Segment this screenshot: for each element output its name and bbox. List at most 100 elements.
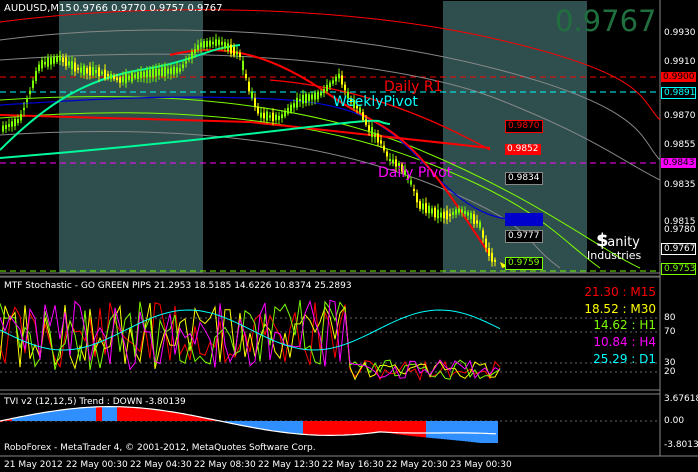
tvi-bar bbox=[363, 421, 366, 434]
stoch-level-20-label: 20 bbox=[664, 367, 676, 377]
candle-body bbox=[449, 213, 451, 217]
tvi-bar bbox=[171, 411, 174, 421]
tvi-bar bbox=[75, 408, 78, 421]
tvi-bar bbox=[63, 409, 66, 421]
candle-body bbox=[62, 57, 64, 63]
tvi-bar bbox=[303, 421, 306, 435]
candle-body bbox=[470, 212, 472, 220]
candle-body bbox=[281, 114, 283, 119]
candle-body bbox=[428, 205, 430, 214]
tvi-bar bbox=[432, 421, 435, 439]
candle-body bbox=[479, 222, 481, 228]
candle-body bbox=[443, 211, 445, 219]
candle-body bbox=[188, 57, 190, 60]
candle-body bbox=[143, 71, 145, 78]
axis-tick: 0.9780 bbox=[664, 225, 696, 235]
tvi-bar bbox=[360, 421, 363, 435]
candle-body bbox=[344, 84, 346, 91]
stoch-level-70-label: 70 bbox=[664, 327, 676, 337]
candle-body bbox=[371, 127, 373, 137]
candle-body bbox=[311, 94, 313, 100]
tvi-bar bbox=[135, 407, 138, 421]
chart-window[interactable]: AUDUSD,M15 0.9766 0.9770 0.9757 0.9767 0… bbox=[0, 0, 698, 472]
candle-body bbox=[245, 73, 247, 79]
tvi-bar bbox=[36, 413, 39, 421]
tvi-bar bbox=[42, 412, 45, 421]
candle-body bbox=[278, 115, 280, 120]
tvi-bar bbox=[411, 421, 414, 437]
candle-body bbox=[44, 61, 46, 65]
candle-body bbox=[212, 41, 214, 45]
tvi-bar bbox=[240, 421, 243, 426]
candle-body bbox=[152, 68, 154, 78]
tvi-bar bbox=[159, 409, 162, 421]
symbol-label: AUDUSD,M15 bbox=[4, 3, 72, 14]
tvi-bar bbox=[33, 414, 36, 421]
stoch-readout-m30: 18.52 : M30 bbox=[584, 302, 656, 316]
tvi-bar bbox=[486, 421, 489, 443]
price-tag-0-9777: 0.9777 bbox=[505, 230, 543, 243]
tvi-bar bbox=[162, 410, 165, 421]
tvi-bar bbox=[27, 415, 30, 421]
candle-body bbox=[56, 56, 58, 62]
tvi-bar bbox=[300, 421, 303, 435]
candle-body bbox=[458, 208, 460, 213]
candle-body bbox=[101, 71, 103, 74]
tvi-bar bbox=[138, 407, 141, 421]
candle-body bbox=[332, 80, 334, 84]
tvi-bar bbox=[285, 421, 288, 433]
tvi-bar bbox=[462, 421, 465, 442]
tvi-bar bbox=[468, 421, 471, 442]
tvi-bar bbox=[114, 406, 117, 421]
candle-body bbox=[233, 46, 235, 56]
candle-body bbox=[218, 39, 220, 45]
tvi-bar bbox=[102, 406, 105, 421]
stoch-level-80-label: 80 bbox=[664, 313, 676, 323]
candle-body bbox=[248, 81, 250, 92]
tvi-bar bbox=[123, 406, 126, 421]
candle-body bbox=[374, 132, 376, 138]
axis-tick: 0.9870 bbox=[664, 111, 696, 121]
tvi-bar bbox=[351, 421, 354, 435]
tvi-bar bbox=[291, 421, 294, 434]
candle-body bbox=[20, 114, 22, 121]
tvi-bar bbox=[477, 421, 480, 443]
candle-body bbox=[467, 212, 469, 216]
price-label-0-9900: 0.9900 bbox=[661, 72, 696, 82]
tvi-bar bbox=[21, 416, 24, 421]
tvi-bar bbox=[141, 407, 144, 421]
candle-body bbox=[215, 39, 217, 46]
stoch-readout-h4: 10.84 : H4 bbox=[593, 335, 656, 349]
tvi-bar bbox=[147, 408, 150, 421]
candle-body bbox=[161, 67, 163, 77]
tvi-bar bbox=[282, 421, 285, 433]
tvi-bar bbox=[489, 421, 492, 443]
candle-body bbox=[338, 73, 340, 79]
candle-body bbox=[287, 107, 289, 114]
tvi-bar bbox=[246, 421, 249, 427]
tvi-bar bbox=[480, 421, 483, 443]
tvi-bar bbox=[99, 406, 102, 421]
tvi-bar bbox=[279, 421, 282, 432]
candle-body bbox=[194, 49, 196, 54]
candle-body bbox=[26, 99, 28, 103]
candle-body bbox=[209, 40, 211, 47]
tvi-bar bbox=[24, 416, 27, 421]
tvi-bar bbox=[294, 421, 297, 434]
tvi-bar bbox=[327, 421, 330, 436]
candle-body bbox=[23, 107, 25, 111]
axis-tick: 0.9910 bbox=[664, 57, 696, 67]
tvi-bar bbox=[48, 411, 51, 421]
candle-body bbox=[155, 68, 157, 77]
candle-body bbox=[95, 69, 97, 74]
tvi-bar bbox=[237, 421, 240, 425]
tvi-bar bbox=[126, 406, 129, 421]
tvi-bar bbox=[183, 413, 186, 421]
tvi-bar bbox=[270, 421, 273, 431]
tvi-bar bbox=[111, 406, 114, 421]
tvi-bar bbox=[423, 421, 426, 438]
tvi-bar bbox=[45, 412, 48, 421]
ohlc-values: 0.9766 0.9770 0.9757 0.9767 bbox=[73, 3, 223, 14]
tvi-bar bbox=[459, 421, 462, 441]
candle-body bbox=[494, 259, 496, 262]
